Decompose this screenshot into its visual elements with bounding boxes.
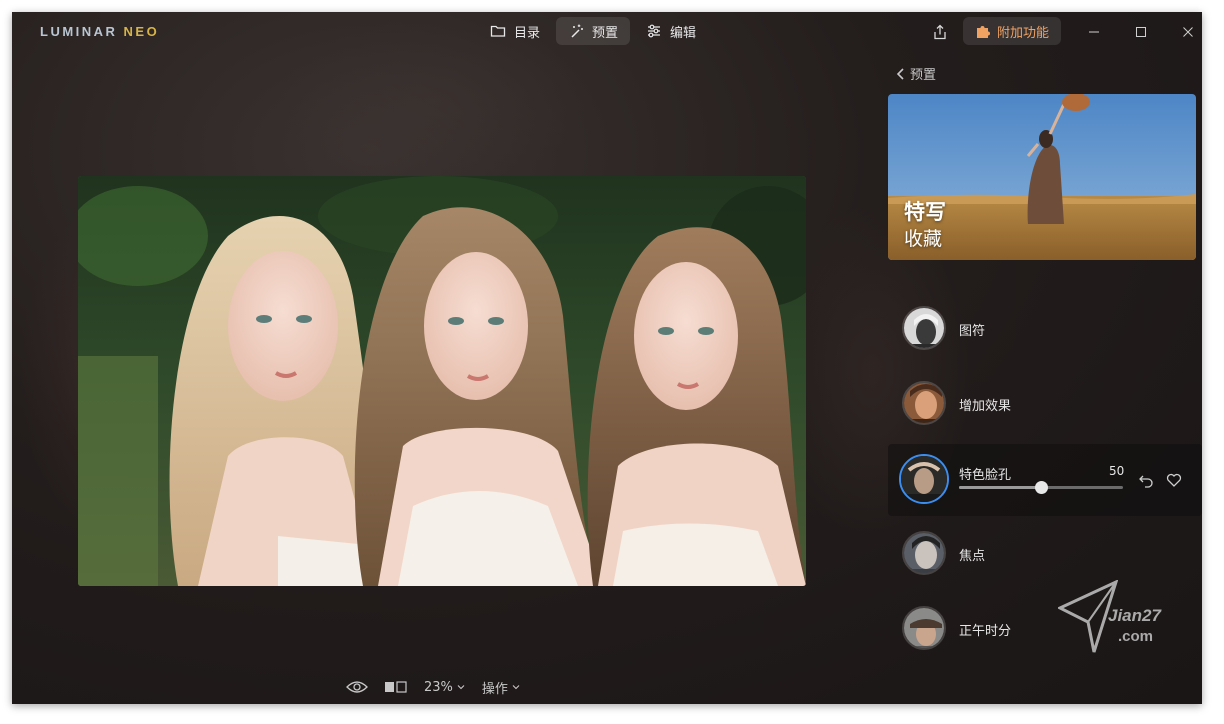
back-label: 预置 [910, 68, 937, 83]
preset-item[interactable]: 图符 [888, 294, 1202, 366]
app-logo: LUMINAR NEO [40, 24, 159, 39]
amount-slider-fill [959, 486, 1041, 489]
close-button[interactable] [1176, 20, 1200, 44]
chevron-down-icon [457, 685, 465, 690]
tab-edit-label: 编辑 [670, 25, 697, 41]
back-to-presets[interactable]: 预置 [896, 64, 936, 83]
preset-thumbnail-image [904, 383, 944, 423]
preview-toggle[interactable] [346, 680, 368, 694]
tab-presets[interactable]: 预置 [556, 17, 631, 45]
logo-neo: NEO [123, 24, 160, 39]
preset-thumbnail [902, 531, 946, 575]
preset-name: 增加效果 [959, 399, 1012, 414]
chevron-left-icon [896, 67, 904, 80]
amount-slider[interactable] [959, 481, 1123, 494]
tab-catalog[interactable]: 目录 [478, 17, 552, 45]
reset-button[interactable] [1138, 472, 1154, 488]
logo-text: LUMINAR [40, 24, 124, 39]
preset-item-selected[interactable]: 特色脸孔 50 [888, 444, 1202, 516]
watermark-sub: .com [1118, 628, 1154, 645]
collection-title: 特写 [904, 200, 946, 224]
undo-icon [1139, 475, 1153, 488]
main-photo[interactable] [78, 176, 806, 586]
preset-thumbnail [902, 606, 946, 650]
addons-button[interactable]: 附加功能 [963, 17, 1062, 45]
preset-thumbnail-image [904, 308, 944, 348]
eye-icon [346, 681, 368, 693]
puzzle-icon [977, 26, 990, 38]
chevron-down-icon [512, 685, 520, 690]
maximize-icon [1136, 27, 1146, 37]
preset-name: 图符 [959, 324, 986, 339]
minimize-icon [1089, 31, 1099, 33]
watermark-text: Jian27 [1108, 606, 1161, 625]
preset-thumbnail [902, 306, 946, 350]
zoom-dropdown[interactable]: 23% [424, 680, 466, 695]
minimize-button[interactable] [1082, 20, 1106, 44]
preset-item[interactable]: 增加效果 [888, 369, 1202, 441]
actions-dropdown[interactable]: 操作 [482, 678, 521, 697]
close-icon [1183, 27, 1193, 37]
preset-thumbnail-image [904, 533, 944, 573]
preset-thumbnail-image [904, 608, 944, 648]
preset-thumbnail [899, 454, 949, 504]
tab-presets-label: 预置 [592, 25, 619, 41]
heart-icon [1166, 473, 1182, 487]
compare-icon [385, 681, 407, 693]
sliders-icon [648, 24, 661, 38]
app-window: LUMINAR NEO 目录 预置 编辑 附加功能 23% 操作 预置 特写 收… [12, 12, 1202, 704]
addons-label: 附加功能 [997, 25, 1050, 41]
tab-edit[interactable]: 编辑 [634, 17, 708, 45]
actions-label: 操作 [481, 681, 508, 697]
amount-slider-knob[interactable] [1035, 481, 1048, 494]
zoom-value: 23% [424, 679, 453, 695]
collection-banner: 特写 收藏 [888, 94, 1196, 260]
magic-wand-icon [571, 24, 584, 38]
favorite-button[interactable] [1166, 472, 1182, 488]
main-nav: 目录 预置 编辑 [478, 17, 708, 45]
share-button[interactable] [928, 20, 952, 44]
amount-value: 50 [1109, 464, 1125, 478]
preset-thumbnail [902, 381, 946, 425]
share-icon [934, 24, 946, 40]
watermark-logo: Jian27 .com [1056, 579, 1178, 662]
collection-subtitle: 收藏 [904, 228, 943, 250]
title-bar: LUMINAR NEO 目录 预置 编辑 附加功能 [12, 12, 1202, 52]
preset-name: 特色脸孔 [959, 468, 1012, 483]
tab-catalog-label: 目录 [514, 25, 541, 41]
compare-button[interactable] [384, 680, 408, 694]
preset-name: 正午时分 [959, 624, 1012, 639]
maximize-button[interactable] [1129, 20, 1153, 44]
bottom-toolbar: 23% 操作 [346, 676, 521, 698]
portrait-photo-image [78, 176, 806, 586]
folder-icon [490, 25, 506, 37]
preset-name: 焦点 [959, 549, 986, 564]
preset-thumbnail-image [901, 456, 947, 502]
